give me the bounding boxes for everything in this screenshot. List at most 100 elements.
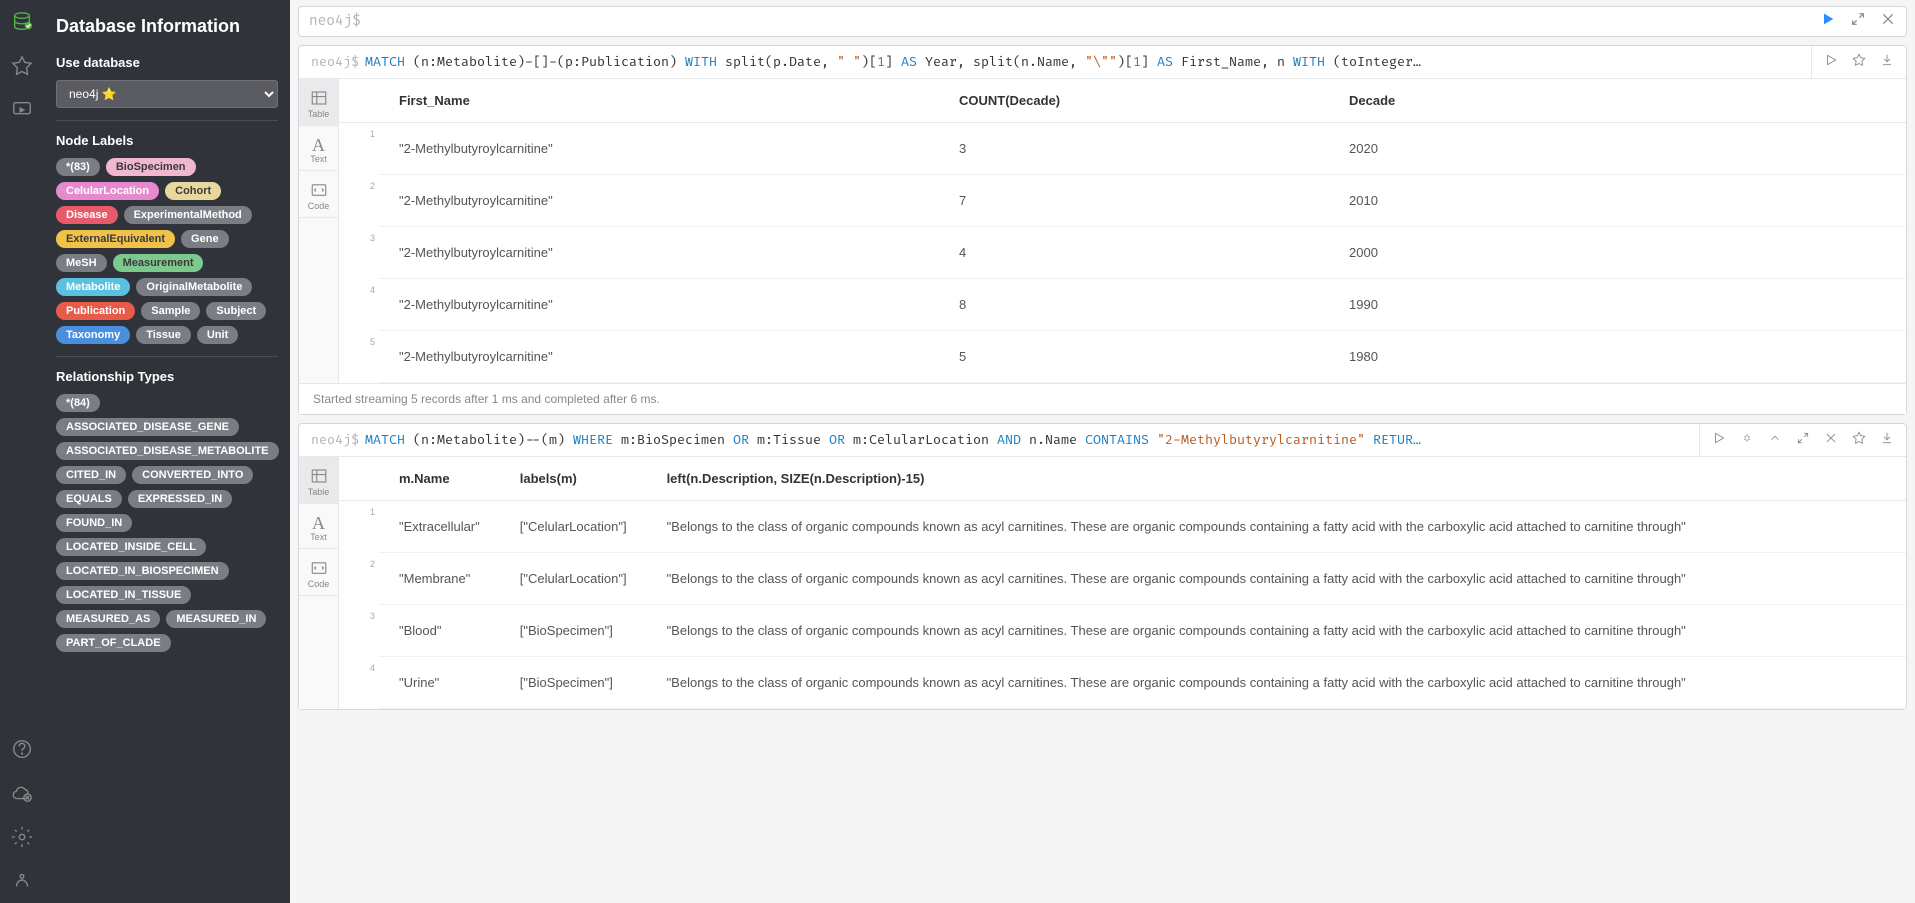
close-icon[interactable] (1824, 431, 1838, 450)
rerun-icon[interactable] (1712, 431, 1726, 450)
table-cell: "Membrane" (379, 553, 500, 605)
view-tab-text[interactable]: A Text (299, 504, 338, 549)
frame1-query[interactable]: neo4j$MATCH (n:Metabolite)-[]-(p:Publica… (299, 46, 1812, 78)
node-label-pill[interactable]: Metabolite (56, 278, 130, 296)
column-header: Decade (1329, 79, 1906, 123)
table-cell: "2-Methylbutyroylcarnitine" (379, 175, 939, 227)
table-cell: 5 (939, 331, 1329, 383)
table-cell: ["CelularLocation"] (500, 553, 647, 605)
node-label-pill[interactable]: BioSpecimen (106, 158, 196, 176)
node-label-pill[interactable]: OriginalMetabolite (136, 278, 252, 296)
table-cell: 2010 (1329, 175, 1906, 227)
expand-icon[interactable] (1850, 11, 1866, 32)
table-row[interactable]: 2"Membrane"["CelularLocation"]"Belongs t… (339, 553, 1906, 605)
node-label-pill[interactable]: Gene (181, 230, 229, 248)
download-icon[interactable] (1880, 53, 1894, 72)
table-cell: "Urine" (379, 657, 500, 709)
node-label-pill[interactable]: Measurement (113, 254, 204, 272)
run-icon[interactable] (1820, 11, 1836, 32)
result-table-1: First_NameCOUNT(Decade)Decade1"2-Methylb… (339, 79, 1906, 383)
table-row[interactable]: 1"2-Methylbutyroylcarnitine"32020 (339, 123, 1906, 175)
rel-type-pill[interactable]: PART_OF_CLADE (56, 634, 171, 652)
table-row[interactable]: 4"2-Methylbutyroylcarnitine"81990 (339, 279, 1906, 331)
monitor-icon[interactable] (10, 98, 34, 122)
table-row[interactable]: 1"Extracellular"["CelularLocation"]"Belo… (339, 501, 1906, 553)
rel-type-pill[interactable]: EQUALS (56, 490, 122, 508)
node-label-pill[interactable]: ExperimentalMethod (124, 206, 252, 224)
rel-type-pill[interactable]: MEASURED_IN (166, 610, 266, 628)
table-cell: "Extracellular" (379, 501, 500, 553)
gear-icon[interactable] (10, 825, 34, 849)
table-cell: "Belongs to the class of organic compoun… (647, 657, 1906, 709)
rel-type-pill[interactable]: LOCATED_IN_TISSUE (56, 586, 191, 604)
download-icon[interactable] (1880, 431, 1894, 450)
database-select[interactable]: neo4j ⭐ (56, 80, 278, 108)
view-tab-table[interactable]: Table (299, 457, 338, 504)
column-header: labels(m) (500, 457, 647, 501)
rel-type-pill[interactable]: FOUND_IN (56, 514, 132, 532)
rel-type-pill[interactable]: CITED_IN (56, 466, 126, 484)
database-icon[interactable] (10, 10, 34, 34)
node-label-pill[interactable]: Tissue (136, 326, 191, 344)
node-label-pill[interactable]: CelularLocation (56, 182, 159, 200)
frame1-footer: Started streaming 5 records after 1 ms a… (299, 383, 1906, 414)
table-cell: 2020 (1329, 123, 1906, 175)
table-cell: 7 (939, 175, 1329, 227)
node-label-pill[interactable]: Cohort (165, 182, 221, 200)
node-label-pill[interactable]: Taxonomy (56, 326, 130, 344)
pin-icon[interactable] (1740, 431, 1754, 450)
table-row[interactable]: 5"2-Methylbutyroylcarnitine"51980 (339, 331, 1906, 383)
node-label-pill[interactable]: MeSH (56, 254, 107, 272)
rel-type-pill[interactable]: MEASURED_AS (56, 610, 160, 628)
star-icon[interactable] (10, 54, 34, 78)
table-row[interactable]: 3"Blood"["BioSpecimen"]"Belongs to the c… (339, 605, 1906, 657)
query-editor[interactable]: neo4j$ (298, 6, 1907, 37)
help-icon[interactable] (10, 737, 34, 761)
sidebar-title: Database Information (56, 16, 278, 37)
view-tab-code[interactable]: Code (299, 171, 338, 218)
node-label-pill[interactable]: Disease (56, 206, 118, 224)
column-header: COUNT(Decade) (939, 79, 1329, 123)
table-cell: 2000 (1329, 227, 1906, 279)
rel-type-pill[interactable]: *(84) (56, 394, 100, 412)
rel-type-pill[interactable]: LOCATED_INSIDE_CELL (56, 538, 206, 556)
nav-rail (0, 0, 44, 903)
table-row[interactable]: 3"2-Methylbutyroylcarnitine"42000 (339, 227, 1906, 279)
result-frame-2: neo4j$MATCH (n:Metabolite)--(m) WHERE m:… (298, 423, 1907, 710)
rel-type-pill[interactable]: CONVERTED_INTO (132, 466, 253, 484)
table-row[interactable]: 4"Urine"["BioSpecimen"]"Belongs to the c… (339, 657, 1906, 709)
sidebar: Database Information Use database neo4j … (44, 0, 290, 903)
rel-type-pill[interactable]: EXPRESSED_IN (128, 490, 232, 508)
view-tab-table[interactable]: Table (299, 79, 338, 126)
favorite-icon[interactable] (1852, 53, 1866, 72)
table-row[interactable]: 2"2-Methylbutyroylcarnitine"72010 (339, 175, 1906, 227)
cloud-off-icon[interactable] (10, 781, 34, 805)
node-label-pill[interactable]: Subject (206, 302, 266, 320)
rerun-icon[interactable] (1824, 53, 1838, 72)
about-icon[interactable] (10, 869, 34, 893)
query-input[interactable] (369, 13, 1820, 30)
node-label-pill[interactable]: Sample (141, 302, 200, 320)
node-label-pill[interactable]: Unit (197, 326, 238, 344)
rel-type-pill[interactable]: ASSOCIATED_DISEASE_GENE (56, 418, 239, 436)
close-icon[interactable] (1880, 11, 1896, 32)
column-header: left(n.Description, SIZE(n.Description)-… (647, 457, 1906, 501)
table-cell: "Belongs to the class of organic compoun… (647, 553, 1906, 605)
collapse-icon[interactable] (1768, 431, 1782, 450)
favorite-icon[interactable] (1852, 431, 1866, 450)
node-label-pill[interactable]: ExternalEquivalent (56, 230, 175, 248)
rel-type-pill[interactable]: ASSOCIATED_DISEASE_METABOLITE (56, 442, 279, 460)
view-tabs: Table A Text Code (299, 79, 339, 383)
frame2-query[interactable]: neo4j$MATCH (n:Metabolite)--(m) WHERE m:… (299, 424, 1700, 456)
node-label-pill[interactable]: Publication (56, 302, 135, 320)
table-cell: "2-Methylbutyroylcarnitine" (379, 331, 939, 383)
expand-icon[interactable] (1796, 431, 1810, 450)
view-tab-code[interactable]: Code (299, 549, 338, 596)
table-cell: "Blood" (379, 605, 500, 657)
view-tab-text[interactable]: A Text (299, 126, 338, 171)
table-cell: "2-Methylbutyroylcarnitine" (379, 227, 939, 279)
table-cell: "Belongs to the class of organic compoun… (647, 501, 1906, 553)
table-cell: 8 (939, 279, 1329, 331)
rel-type-pill[interactable]: LOCATED_IN_BIOSPECIMEN (56, 562, 229, 580)
node-label-pill[interactable]: *(83) (56, 158, 100, 176)
